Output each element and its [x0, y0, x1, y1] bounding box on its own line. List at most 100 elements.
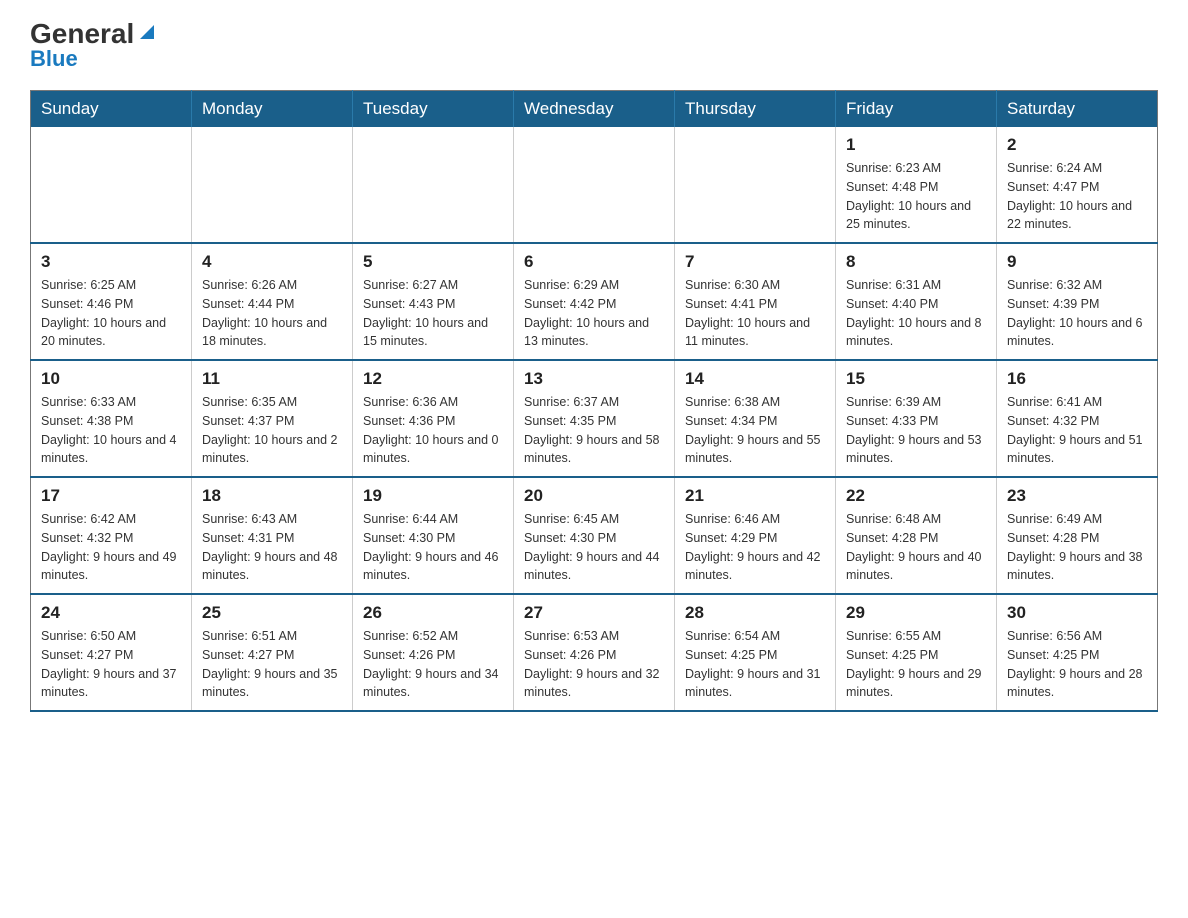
day-info: Sunrise: 6:38 AMSunset: 4:34 PMDaylight:…	[685, 393, 825, 468]
calendar-cell: 7 Sunrise: 6:30 AMSunset: 4:41 PMDaylight…	[675, 243, 836, 360]
day-info: Sunrise: 6:31 AMSunset: 4:40 PMDaylight:…	[846, 276, 986, 351]
day-number: 28	[685, 603, 825, 623]
calendar-cell: 27 Sunrise: 6:53 AMSunset: 4:26 PMDayligh…	[514, 594, 675, 711]
logo-blue: Blue	[30, 48, 78, 70]
header-sunday: Sunday	[31, 91, 192, 128]
calendar-cell: 11 Sunrise: 6:35 AMSunset: 4:37 PMDayligh…	[192, 360, 353, 477]
day-number: 13	[524, 369, 664, 389]
calendar-cell: 16 Sunrise: 6:41 AMSunset: 4:32 PMDayligh…	[997, 360, 1158, 477]
day-number: 3	[41, 252, 181, 272]
calendar-cell: 10 Sunrise: 6:33 AMSunset: 4:38 PMDayligh…	[31, 360, 192, 477]
day-info: Sunrise: 6:52 AMSunset: 4:26 PMDaylight:…	[363, 627, 503, 702]
day-info: Sunrise: 6:43 AMSunset: 4:31 PMDaylight:…	[202, 510, 342, 585]
calendar-cell: 30 Sunrise: 6:56 AMSunset: 4:25 PMDayligh…	[997, 594, 1158, 711]
calendar-table: Sunday Monday Tuesday Wednesday Thursday…	[30, 90, 1158, 712]
day-number: 7	[685, 252, 825, 272]
calendar-cell	[353, 127, 514, 243]
logo-general: General	[30, 20, 134, 48]
calendar-week-row: 3 Sunrise: 6:25 AMSunset: 4:46 PMDaylight…	[31, 243, 1158, 360]
day-info: Sunrise: 6:33 AMSunset: 4:38 PMDaylight:…	[41, 393, 181, 468]
day-info: Sunrise: 6:30 AMSunset: 4:41 PMDaylight:…	[685, 276, 825, 351]
calendar-cell	[514, 127, 675, 243]
day-info: Sunrise: 6:42 AMSunset: 4:32 PMDaylight:…	[41, 510, 181, 585]
day-info: Sunrise: 6:45 AMSunset: 4:30 PMDaylight:…	[524, 510, 664, 585]
day-number: 20	[524, 486, 664, 506]
day-number: 14	[685, 369, 825, 389]
day-number: 22	[846, 486, 986, 506]
day-info: Sunrise: 6:41 AMSunset: 4:32 PMDaylight:…	[1007, 393, 1147, 468]
day-info: Sunrise: 6:54 AMSunset: 4:25 PMDaylight:…	[685, 627, 825, 702]
header-monday: Monday	[192, 91, 353, 128]
calendar-cell	[675, 127, 836, 243]
day-info: Sunrise: 6:55 AMSunset: 4:25 PMDaylight:…	[846, 627, 986, 702]
calendar-cell: 29 Sunrise: 6:55 AMSunset: 4:25 PMDayligh…	[836, 594, 997, 711]
day-number: 1	[846, 135, 986, 155]
calendar-cell: 12Sunrise: 6:36 AMSunset: 4:36 PMDayligh…	[353, 360, 514, 477]
day-info: Sunrise: 6:27 AMSunset: 4:43 PMDaylight:…	[363, 276, 503, 351]
calendar-cell: 21 Sunrise: 6:46 AMSunset: 4:29 PMDayligh…	[675, 477, 836, 594]
day-info: Sunrise: 6:44 AMSunset: 4:30 PMDaylight:…	[363, 510, 503, 585]
day-number: 21	[685, 486, 825, 506]
day-info: Sunrise: 6:51 AMSunset: 4:27 PMDaylight:…	[202, 627, 342, 702]
calendar-cell: 15Sunrise: 6:39 AMSunset: 4:33 PMDayligh…	[836, 360, 997, 477]
day-info: Sunrise: 6:24 AMSunset: 4:47 PMDaylight:…	[1007, 159, 1147, 234]
day-number: 10	[41, 369, 181, 389]
day-info: Sunrise: 6:26 AMSunset: 4:44 PMDaylight:…	[202, 276, 342, 351]
day-number: 30	[1007, 603, 1147, 623]
day-number: 16	[1007, 369, 1147, 389]
day-number: 17	[41, 486, 181, 506]
header-friday: Friday	[836, 91, 997, 128]
header-thursday: Thursday	[675, 91, 836, 128]
day-number: 11	[202, 369, 342, 389]
calendar-week-row: 1 Sunrise: 6:23 AMSunset: 4:48 PMDaylight…	[31, 127, 1158, 243]
day-number: 23	[1007, 486, 1147, 506]
calendar-cell: 17 Sunrise: 6:42 AMSunset: 4:32 PMDayligh…	[31, 477, 192, 594]
day-number: 19	[363, 486, 503, 506]
calendar-week-row: 17 Sunrise: 6:42 AMSunset: 4:32 PMDayligh…	[31, 477, 1158, 594]
calendar-cell: 3 Sunrise: 6:25 AMSunset: 4:46 PMDaylight…	[31, 243, 192, 360]
day-number: 27	[524, 603, 664, 623]
weekday-header-row: Sunday Monday Tuesday Wednesday Thursday…	[31, 91, 1158, 128]
calendar-cell: 25Sunrise: 6:51 AMSunset: 4:27 PMDayligh…	[192, 594, 353, 711]
day-info: Sunrise: 6:32 AMSunset: 4:39 PMDaylight:…	[1007, 276, 1147, 351]
calendar-cell: 19 Sunrise: 6:44 AMSunset: 4:30 PMDayligh…	[353, 477, 514, 594]
day-number: 18	[202, 486, 342, 506]
calendar-cell: 23 Sunrise: 6:49 AMSunset: 4:28 PMDayligh…	[997, 477, 1158, 594]
calendar-cell: 14 Sunrise: 6:38 AMSunset: 4:34 PMDayligh…	[675, 360, 836, 477]
calendar-cell: 13Sunrise: 6:37 AMSunset: 4:35 PMDayligh…	[514, 360, 675, 477]
day-info: Sunrise: 6:46 AMSunset: 4:29 PMDaylight:…	[685, 510, 825, 585]
calendar-cell: 6 Sunrise: 6:29 AMSunset: 4:42 PMDaylight…	[514, 243, 675, 360]
day-number: 29	[846, 603, 986, 623]
header-tuesday: Tuesday	[353, 91, 514, 128]
calendar-week-row: 24 Sunrise: 6:50 AMSunset: 4:27 PMDayligh…	[31, 594, 1158, 711]
calendar-cell: 4 Sunrise: 6:26 AMSunset: 4:44 PMDaylight…	[192, 243, 353, 360]
calendar-cell: 24 Sunrise: 6:50 AMSunset: 4:27 PMDayligh…	[31, 594, 192, 711]
logo-triangle-icon	[136, 21, 158, 43]
day-info: Sunrise: 6:35 AMSunset: 4:37 PMDaylight:…	[202, 393, 342, 468]
day-info: Sunrise: 6:50 AMSunset: 4:27 PMDaylight:…	[41, 627, 181, 702]
calendar-body: 1 Sunrise: 6:23 AMSunset: 4:48 PMDaylight…	[31, 127, 1158, 711]
calendar-cell: 2 Sunrise: 6:24 AMSunset: 4:47 PMDaylight…	[997, 127, 1158, 243]
day-number: 26	[363, 603, 503, 623]
day-number: 9	[1007, 252, 1147, 272]
day-info: Sunrise: 6:49 AMSunset: 4:28 PMDaylight:…	[1007, 510, 1147, 585]
day-number: 24	[41, 603, 181, 623]
day-info: Sunrise: 6:25 AMSunset: 4:46 PMDaylight:…	[41, 276, 181, 351]
day-info: Sunrise: 6:29 AMSunset: 4:42 PMDaylight:…	[524, 276, 664, 351]
calendar-header: Sunday Monday Tuesday Wednesday Thursday…	[31, 91, 1158, 128]
header-saturday: Saturday	[997, 91, 1158, 128]
day-number: 5	[363, 252, 503, 272]
day-info: Sunrise: 6:48 AMSunset: 4:28 PMDaylight:…	[846, 510, 986, 585]
day-number: 4	[202, 252, 342, 272]
day-info: Sunrise: 6:23 AMSunset: 4:48 PMDaylight:…	[846, 159, 986, 234]
day-number: 2	[1007, 135, 1147, 155]
day-number: 6	[524, 252, 664, 272]
calendar-cell: 20 Sunrise: 6:45 AMSunset: 4:30 PMDayligh…	[514, 477, 675, 594]
day-info: Sunrise: 6:53 AMSunset: 4:26 PMDaylight:…	[524, 627, 664, 702]
calendar-cell: 22 Sunrise: 6:48 AMSunset: 4:28 PMDayligh…	[836, 477, 997, 594]
header-wednesday: Wednesday	[514, 91, 675, 128]
day-info: Sunrise: 6:56 AMSunset: 4:25 PMDaylight:…	[1007, 627, 1147, 702]
calendar-cell	[31, 127, 192, 243]
calendar-cell: 18 Sunrise: 6:43 AMSunset: 4:31 PMDayligh…	[192, 477, 353, 594]
logo: General Blue	[30, 20, 158, 70]
